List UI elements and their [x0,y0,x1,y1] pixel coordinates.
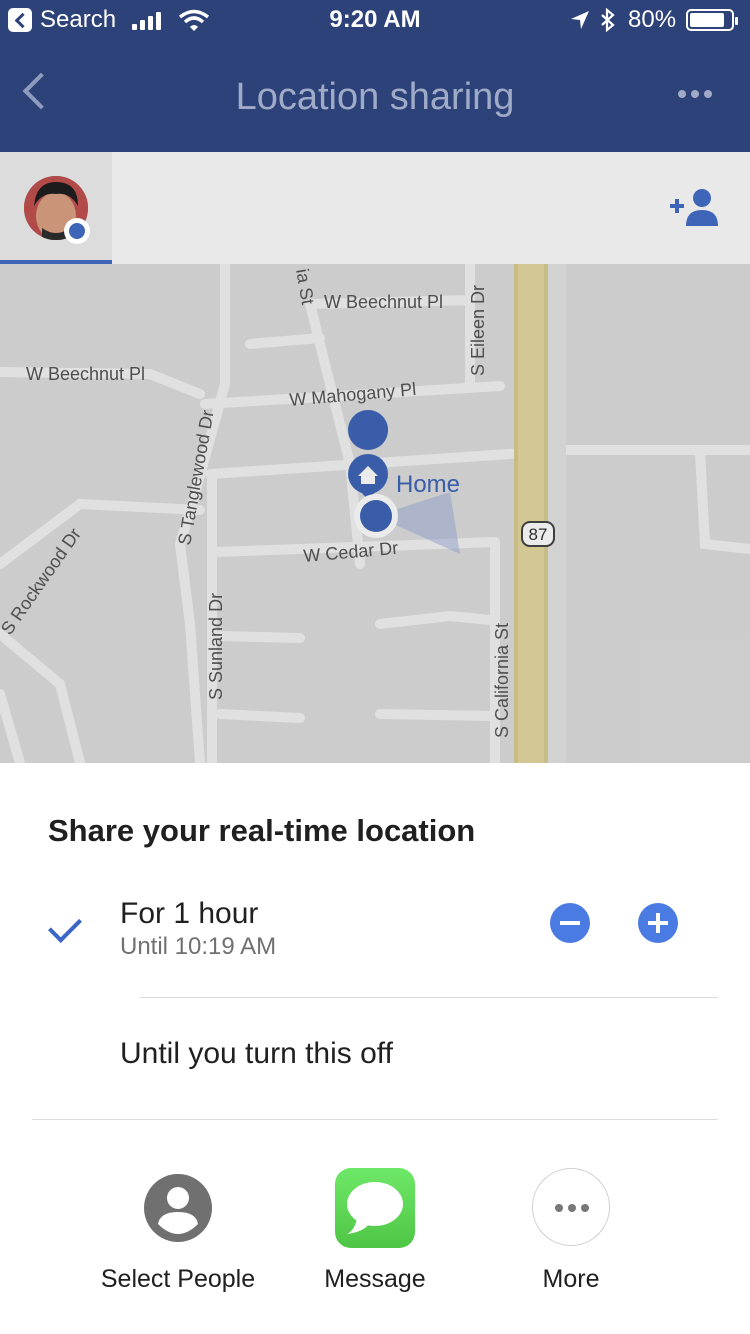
status-bar: Search 9:20 AM 80% [0,0,750,40]
battery-percent: 80% [628,6,677,33]
highway-shield: 87 [529,525,548,544]
street-label: S Sunland Dr [206,593,226,700]
more-label[interactable]: More [461,1265,681,1294]
battery-icon [686,9,738,31]
person-icon[interactable] [138,1168,218,1248]
street-label: W Beechnut Pl [26,364,145,384]
sheet-title: Share your real-time location [48,813,476,848]
minus-icon[interactable] [550,903,590,943]
people-bar [0,152,750,264]
option-duration-title[interactable]: For 1 hour [120,897,258,931]
plus-icon[interactable] [638,903,678,943]
more-icon[interactable] [532,1168,610,1246]
add-person-icon[interactable] [670,188,720,228]
home-label: Home [396,471,460,498]
map[interactable]: 87 W Beechnut Pl W Beechnut Pl W Mahogan… [0,264,750,763]
page-title: Location sharing [235,76,515,118]
option-until-off[interactable]: Until you turn this off [120,1037,393,1071]
app-bar: Location sharing [0,40,750,152]
checkmark-icon [48,909,82,943]
message-label[interactable]: Message [265,1265,485,1294]
location-arrow-icon [571,11,589,29]
street-label: W Cedar Dr [303,538,399,566]
street-label: ia St [292,267,318,306]
share-sheet: Share your real-time location For 1 hour… [0,763,750,1334]
divider [32,1119,718,1120]
street-label: W Beechnut Pl [324,292,443,312]
message-icon[interactable] [335,1168,415,1248]
street-label: S Rockwood Dr [0,524,85,638]
select-people-label[interactable]: Select People [68,1265,288,1294]
divider [140,997,718,998]
street-label: S Eileen Dr [468,285,488,376]
location-badge [64,218,90,244]
bluetooth-icon [601,8,615,32]
option-duration-subtitle: Until 10:19 AM [120,933,277,960]
street-label: S California St [492,623,512,738]
street-label: W Mahogany Pl [289,379,417,410]
home-icon[interactable] [348,410,389,500]
